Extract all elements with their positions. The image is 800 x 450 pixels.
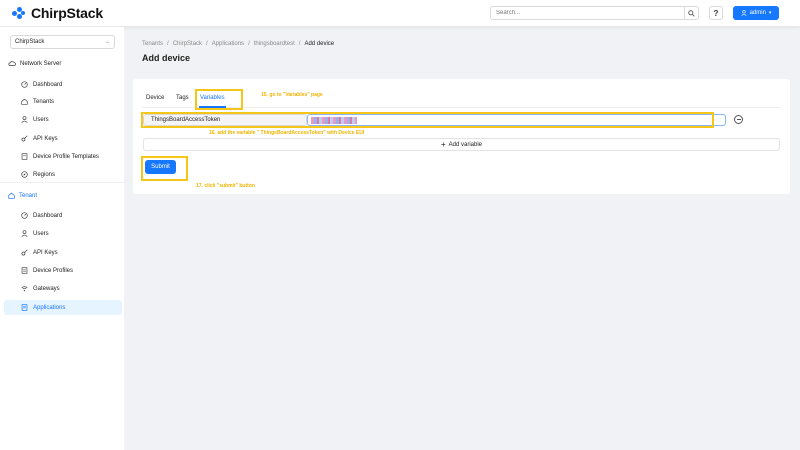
breadcrumb-separator: / [167,41,169,47]
tenant-select[interactable]: ChirpStack ⌄ [10,35,115,49]
sidebar-item-tenant-users[interactable]: Users [21,226,123,241]
sidebar-item-label: Regions [33,171,56,178]
tab-tags[interactable]: Tags [176,95,189,101]
tab-device[interactable]: Device [146,95,164,101]
sidebar-item-label: Device Profile Templates [33,153,99,160]
breadcrumb-separator: / [298,41,301,47]
breadcrumb-current: Add device [304,41,335,47]
sidebar-item-device-profiles[interactable]: Device Profiles [21,263,123,278]
apps-icon [21,304,28,311]
page-title: Add device [142,53,191,63]
help-button[interactable]: ? [709,6,723,20]
breadcrumb-item[interactable]: thingsboardtest [254,41,295,47]
tenant-group[interactable]: Tenant [8,192,37,199]
user-icon [21,230,28,237]
user-name: admin [749,10,766,16]
compass-icon [21,171,28,178]
user-icon [21,116,28,123]
sidebar-item-gateways[interactable]: Gateways [21,281,123,296]
sidebar-item-label: Device Profiles [33,267,74,274]
sidebar-item-device-profile-templates[interactable]: Device Profile Templates [21,149,123,164]
chirpstack-logo[interactable]: ChirpStack [11,5,103,21]
sidebar-item-applications[interactable]: Applications [4,300,122,315]
sidebar-item-tenant-dashboard[interactable]: Dashboard [21,208,123,223]
network-server-group[interactable]: Network Server [8,60,61,67]
profile-icon [21,267,28,274]
breadcrumb-separator: / [248,41,250,47]
highlight-submit [141,156,188,181]
sidebar-item-label: API Keys [33,249,58,256]
plus-icon: + [440,139,446,149]
sidebar-item-regions[interactable]: Regions [21,167,123,182]
dashboard-icon [21,81,28,88]
sidebar-item-label: Applications [33,304,66,311]
tenant-label: Tenant [19,192,38,199]
user-icon [740,10,747,16]
key-icon [21,135,28,142]
logo-icon [11,5,27,21]
sidebar-item-ns-users[interactable]: Users [21,112,123,127]
key-icon [21,249,28,256]
sidebar-item-label: Tenants [33,98,55,105]
sidebar-item-label: Users [33,116,49,123]
home-icon [21,98,28,105]
tenant-select-value: ChirpStack [15,39,45,45]
search-icon [688,9,695,17]
sidebar-item-tenants[interactable]: Tenants [21,94,123,109]
sidebar-divider [0,182,124,183]
remove-variable-icon[interactable] [734,115,743,124]
breadcrumb-item[interactable]: ChirpStack [173,41,202,47]
search-box[interactable] [490,6,685,20]
annotation-step17: 17. click "submit" button [196,183,255,189]
sidebar-item-label: Users [33,230,49,237]
sidebar-item-label: Dashboard [33,212,63,219]
sidebar-item-ns-api-keys[interactable]: API Keys [21,131,123,146]
network-server-label: Network Server [20,60,62,67]
template-icon [21,153,28,160]
dashboard-icon [21,212,28,219]
highlight-variable-row [141,112,714,128]
sidebar-item-tenant-api-keys[interactable]: API Keys [21,245,123,260]
top-header: ChirpStack ? admin ▾ [0,0,800,27]
sidebar-item-ns-dashboard[interactable]: Dashboard [21,77,123,92]
add-variable-button[interactable]: + Add variable [143,138,780,151]
chevron-down-icon: ⌄ [104,39,110,45]
highlight-variables-tab [195,89,243,110]
sidebar-item-label: Gateways [33,285,60,292]
annotation-step16: 16. add the variable " ThingsBoardAccess… [209,130,365,136]
breadcrumb-item[interactable]: Applications [212,41,244,47]
brand-name: ChirpStack [31,5,103,21]
breadcrumb-separator: / [206,41,208,47]
wifi-icon [21,286,28,292]
search-button[interactable] [685,6,699,20]
cloud-icon [8,61,16,66]
home-icon [8,192,15,199]
breadcrumb-item[interactable]: Tenants [142,41,163,47]
breadcrumb: Tenants / ChirpStack / Applications / thing… [142,41,334,47]
chevron-down-icon: ▾ [768,10,772,16]
add-variable-label: Add variable [448,141,483,148]
sidebar-item-label: API Keys [33,135,58,142]
sidebar: ChirpStack ⌄ Network Server Dashboard Te… [0,27,124,450]
search-input[interactable] [491,7,684,19]
sidebar-item-label: Dashboard [33,81,63,88]
annotation-step15: 15. go to "Variables" page [261,92,323,98]
user-menu-button[interactable]: admin ▾ [733,6,779,20]
